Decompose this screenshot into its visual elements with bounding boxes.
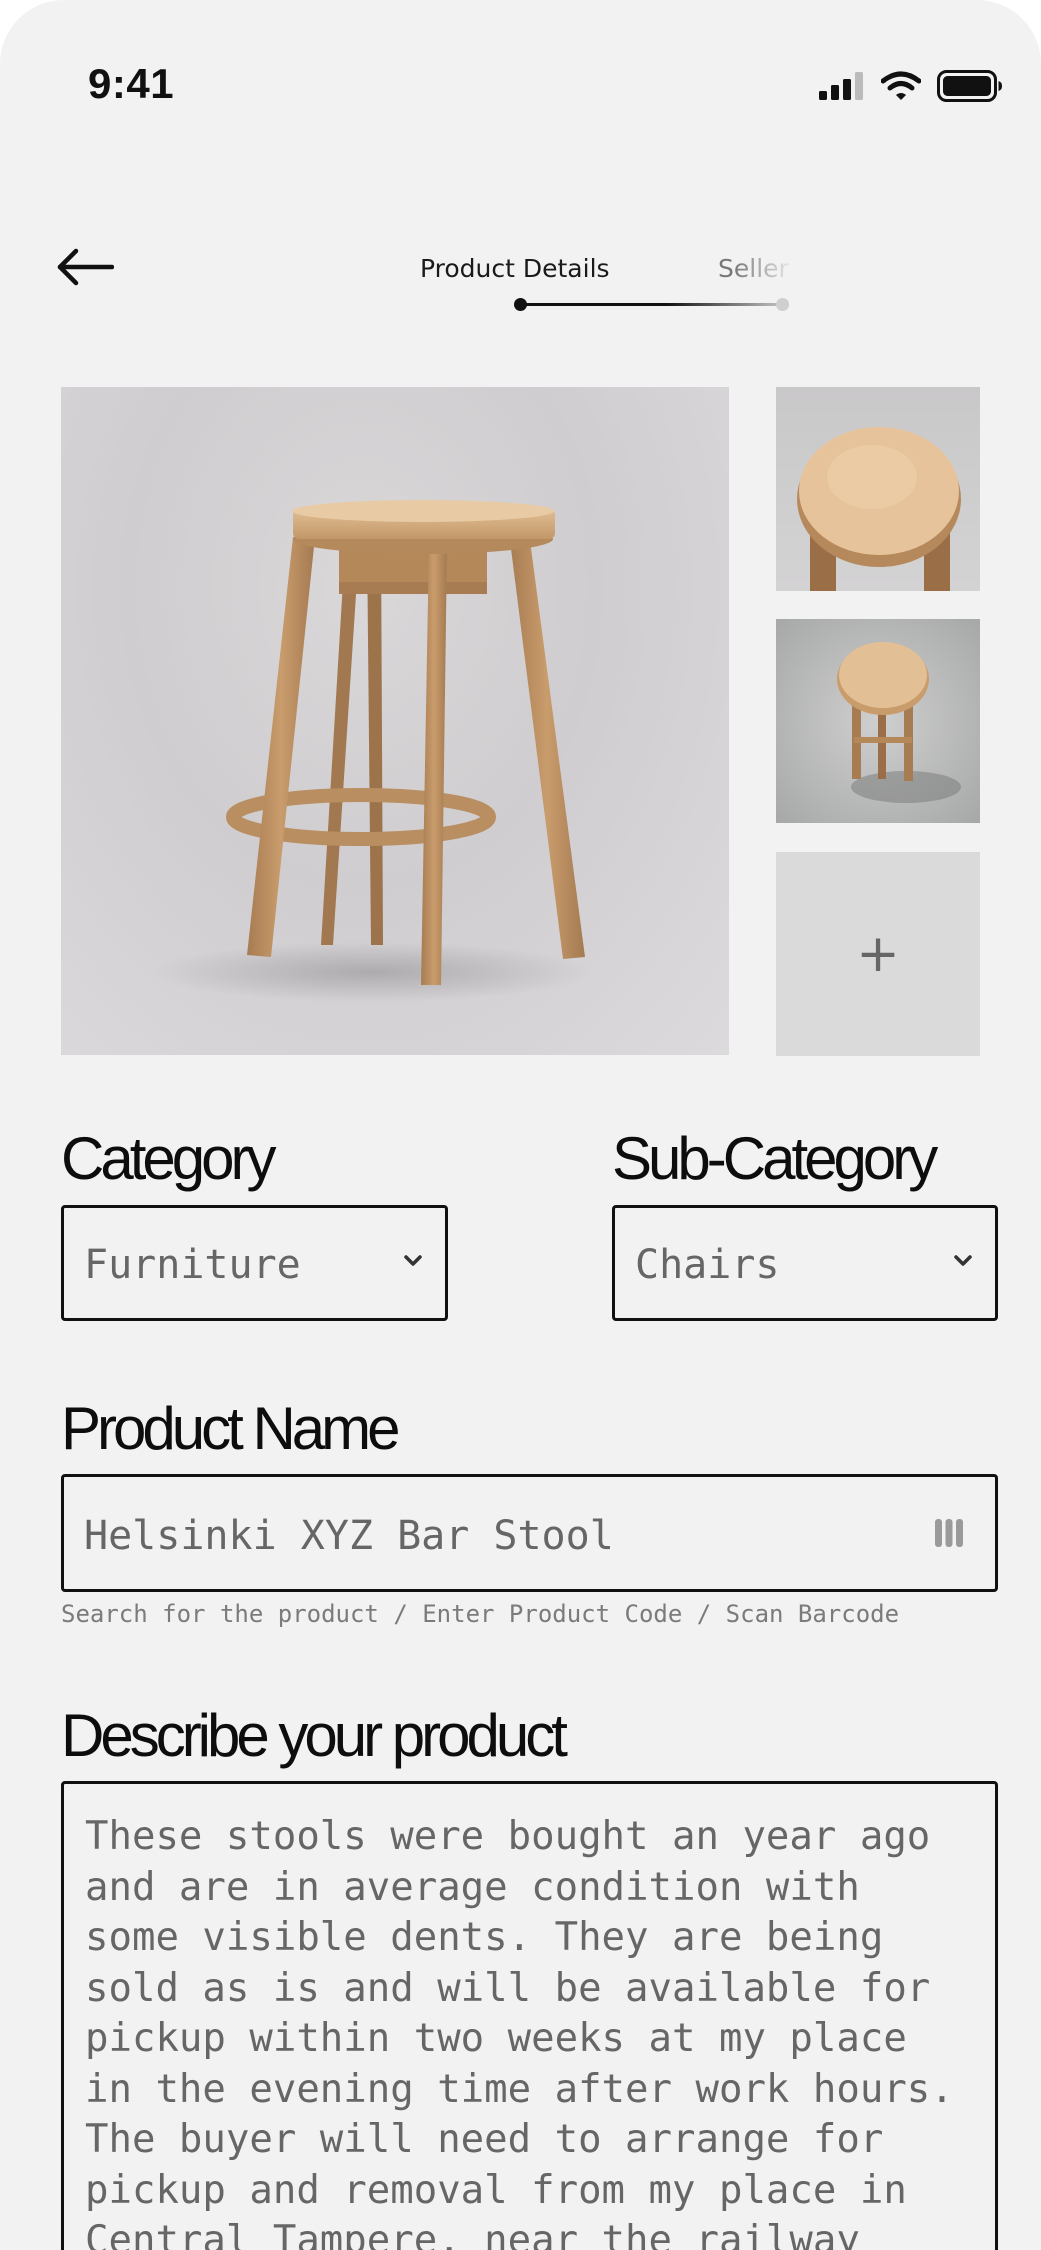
sub-category-value: Chairs: [635, 1242, 780, 1288]
stepper-track: [520, 303, 786, 306]
thumbnail-2[interactable]: [776, 619, 980, 823]
stepper-dot-inactive: [776, 298, 789, 311]
arrow-left-icon: [57, 248, 114, 286]
main-product-photo[interactable]: [61, 387, 729, 1055]
stepper-dot-active: [514, 298, 527, 311]
phone-screen: 9:41 Product Details Seller + Category F…: [0, 0, 1041, 2250]
step-product-details[interactable]: Product Details: [420, 254, 610, 283]
status-icons: [819, 66, 1003, 106]
category-select[interactable]: Furniture: [61, 1205, 448, 1321]
product-name-value: Helsinki XYZ Bar Stool: [84, 1513, 614, 1559]
back-button[interactable]: [56, 245, 116, 289]
stool-overhead-photo: [837, 642, 961, 803]
description-textarea[interactable]: These stools were bought an year ago and…: [61, 1781, 998, 2250]
chevron-down-icon: [404, 1255, 422, 1266]
description-label: Describe your product: [61, 1702, 568, 1769]
product-name-input[interactable]: Helsinki XYZ Bar Stool: [61, 1474, 998, 1592]
wifi-icon: [881, 71, 921, 100]
description-value: These stools were bought an year ago and…: [85, 1814, 954, 2250]
barcode-icon[interactable]: [933, 1517, 965, 1549]
chevron-down-icon: [954, 1255, 972, 1266]
bar-stool-photo: [151, 500, 591, 1002]
category-value: Furniture: [84, 1242, 301, 1288]
status-time: 9:41: [88, 60, 175, 107]
category-label: Category: [61, 1125, 276, 1192]
cellular-signal-icon: [819, 72, 863, 100]
battery-icon: [937, 70, 1002, 102]
sub-category-label: Sub-Category: [612, 1125, 938, 1192]
progress-stepper: Product Details Seller: [400, 250, 800, 320]
plus-icon: +: [856, 924, 900, 984]
add-photo-button[interactable]: +: [776, 852, 980, 1056]
thumbnail-1[interactable]: [776, 387, 980, 591]
step-seller[interactable]: Seller: [718, 254, 793, 283]
stool-seat-top-photo: [797, 427, 961, 591]
product-name-helper: Search for the product / Enter Product C…: [61, 1600, 900, 1628]
product-name-label: Product Name: [61, 1395, 400, 1462]
sub-category-select[interactable]: Chairs: [612, 1205, 998, 1321]
